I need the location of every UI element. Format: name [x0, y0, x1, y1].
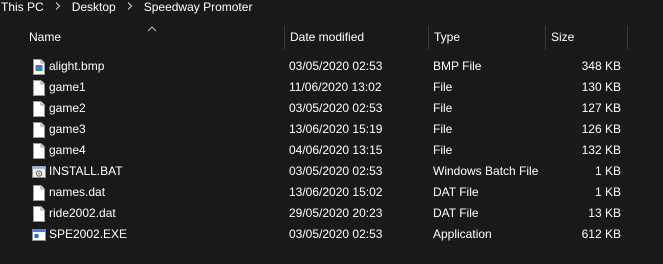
file-name: SPE2002.EXE: [49, 227, 128, 241]
file-name: ride2002.dat: [49, 206, 116, 220]
bitmap-file-icon: [32, 59, 46, 75]
breadcrumb-item-desktop[interactable]: Desktop: [72, 0, 116, 14]
file-size: 13 KB: [588, 206, 621, 220]
file-row[interactable]: game1 11/06/2020 13:02 File 130 KB: [0, 77, 663, 98]
file-date-modified: 13/06/2020 15:02: [289, 185, 383, 199]
file-row[interactable]: INSTALL.BAT 03/05/2020 02:53 Windows Bat…: [0, 161, 663, 182]
file-type: DAT File: [433, 185, 479, 199]
breadcrumb: This PC Desktop Speedway Promoter: [0, 0, 663, 16]
file-type: Windows Batch File: [433, 164, 539, 178]
file-row[interactable]: SPE2002.EXE 03/05/2020 02:53 Application…: [0, 224, 663, 245]
generic-file-icon: [32, 101, 46, 117]
file-type: Application: [433, 227, 492, 241]
file-size: 1 KB: [594, 185, 621, 199]
file-row[interactable]: ride2002.dat 29/05/2020 20:23 DAT File 1…: [0, 203, 663, 224]
generic-file-icon: [32, 122, 46, 138]
file-type: DAT File: [433, 206, 479, 220]
file-date-modified: 03/05/2020 02:53: [289, 101, 383, 115]
file-size: 348 KB: [581, 59, 621, 73]
file-date-modified: 04/06/2020 13:15: [289, 143, 383, 157]
file-date-modified: 11/06/2020 13:02: [289, 80, 382, 94]
batch-file-icon: [32, 164, 46, 180]
column-divider[interactable]: [627, 26, 628, 50]
chevron-right-icon[interactable]: [126, 2, 134, 10]
file-name: game2: [49, 101, 86, 115]
generic-file-icon: [32, 80, 46, 96]
file-date-modified: 03/05/2020 02:53: [289, 227, 383, 241]
file-date-modified: 13/06/2020 15:19: [289, 122, 383, 136]
file-row[interactable]: alight.bmp 03/05/2020 02:53 BMP File 348…: [0, 56, 663, 77]
file-type: File: [433, 101, 453, 115]
file-type: BMP File: [433, 59, 482, 73]
chevron-right-icon[interactable]: [54, 2, 62, 10]
file-type: File: [433, 122, 453, 136]
application-icon: [32, 227, 46, 243]
file-date-modified: 29/05/2020 20:23: [289, 206, 383, 220]
column-header-date-modified[interactable]: Date modified: [285, 26, 428, 48]
file-size: 127 KB: [581, 101, 621, 115]
file-explorer-window: This PC Desktop Speedway Promoter Name Dat…: [0, 0, 663, 264]
column-header-size[interactable]: Size: [546, 26, 627, 48]
column-header-name[interactable]: Name: [24, 26, 284, 48]
file-name: INSTALL.BAT: [49, 164, 123, 178]
file-size: 1 KB: [594, 164, 621, 178]
file-row[interactable]: game3 13/06/2020 15:19 File 126 KB: [0, 119, 663, 140]
file-type: File: [433, 143, 453, 157]
file-type: File: [433, 80, 453, 94]
file-name: alight.bmp: [49, 59, 105, 73]
file-row[interactable]: game4 04/06/2020 13:15 File 132 KB: [0, 140, 663, 161]
file-date-modified: 03/05/2020 02:53: [289, 164, 383, 178]
generic-file-icon: [32, 143, 46, 159]
breadcrumb-item-this-pc[interactable]: This PC: [1, 0, 44, 14]
file-size: 126 KB: [581, 122, 621, 136]
file-name: game1: [49, 80, 86, 94]
column-header-type[interactable]: Type: [429, 26, 545, 48]
file-size: 612 KB: [581, 227, 621, 241]
file-row[interactable]: names.dat 13/06/2020 15:02 DAT File 1 KB: [0, 182, 663, 203]
file-size: 130 KB: [581, 80, 621, 94]
file-name: game4: [49, 143, 86, 157]
generic-file-icon: [32, 185, 46, 201]
file-date-modified: 03/05/2020 02:53: [289, 59, 383, 73]
file-name: game3: [49, 122, 86, 136]
file-name: names.dat: [49, 185, 106, 199]
generic-file-icon: [32, 206, 46, 222]
file-size: 132 KB: [581, 143, 621, 157]
file-row[interactable]: game2 03/05/2020 02:53 File 127 KB: [0, 98, 663, 119]
breadcrumb-item-speedway-promoter[interactable]: Speedway Promoter: [144, 0, 253, 14]
